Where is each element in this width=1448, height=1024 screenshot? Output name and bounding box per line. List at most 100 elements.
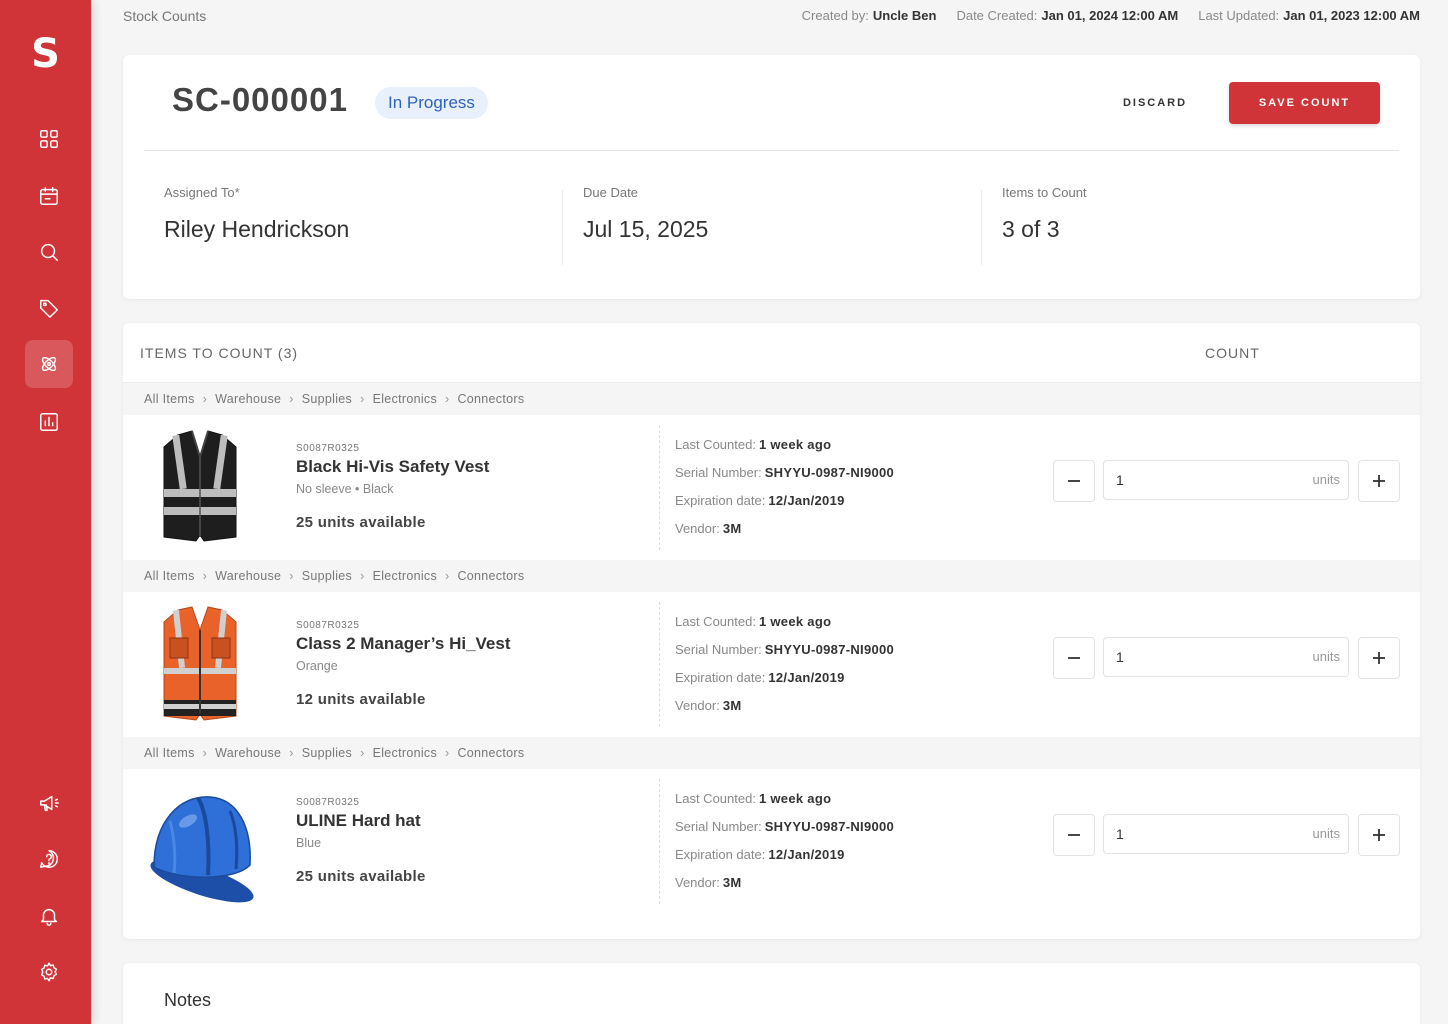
reports-nav-button[interactable] <box>25 398 73 446</box>
notifications-nav-button[interactable] <box>25 892 73 940</box>
decrement-button[interactable] <box>1053 637 1095 679</box>
sidebar: S <box>0 0 91 1024</box>
item-name[interactable]: Black Hi-Vis Safety Vest <box>296 457 489 477</box>
chevron-right-icon: › <box>289 569 294 583</box>
last-counted-label: Last Counted: <box>675 614 756 629</box>
items-section-title: ITEMS TO COUNT (3) <box>140 345 299 361</box>
item-name[interactable]: Class 2 Manager’s Hi_Vest <box>296 634 511 654</box>
path-segment[interactable]: Supplies <box>302 737 352 769</box>
header-divider <box>144 150 1399 151</box>
path-segment[interactable]: Warehouse <box>215 560 281 592</box>
quantity-input[interactable] <box>1116 815 1266 853</box>
expiration-date: Expiration date: 12/Jan/2019 <box>675 847 894 875</box>
path-segment[interactable]: Connectors <box>457 383 524 415</box>
last-counted: Last Counted: 1 week ago <box>675 437 894 465</box>
tags-icon <box>40 299 58 318</box>
expiration-date-label: Expiration date: <box>675 670 766 685</box>
increment-button[interactable] <box>1358 814 1400 856</box>
items-to-count-value: 3 of 3 <box>1002 216 1060 242</box>
path-segment[interactable]: Warehouse <box>215 737 281 769</box>
path-segment[interactable]: Supplies <box>302 383 352 415</box>
item-availability: 12 units available <box>296 691 426 708</box>
path-segment[interactable]: Electronics <box>373 383 437 415</box>
announcements-nav-button[interactable] <box>25 779 73 827</box>
notes-card: Notes <box>123 963 1420 1024</box>
assigned-to-value: Riley Hendrickson <box>164 216 350 242</box>
last-counted-label: Last Counted: <box>675 791 756 806</box>
tags-nav-button[interactable] <box>25 284 73 332</box>
items-to-count-label: Items to Count <box>1002 185 1087 200</box>
search-nav-button[interactable] <box>25 228 73 276</box>
help-icon <box>40 850 58 868</box>
path-segment[interactable]: Electronics <box>373 560 437 592</box>
items-table-header: ITEMS TO COUNT (3) COUNT <box>123 323 1420 383</box>
stock-count-nav-button[interactable] <box>25 340 73 388</box>
black-vest-image <box>163 430 237 542</box>
path-segment[interactable]: All Items <box>144 560 195 592</box>
last-counted-value: 1 week ago <box>758 614 832 629</box>
settings-nav-button[interactable] <box>25 948 73 996</box>
last-counted-label: Last Counted: <box>675 437 756 452</box>
field-divider <box>562 190 563 265</box>
plus-icon <box>1373 829 1385 841</box>
calendar-nav-button[interactable] <box>25 172 73 220</box>
decrement-button[interactable] <box>1053 460 1095 502</box>
decrement-button[interactable] <box>1053 814 1095 856</box>
item-variant: No sleeve • Black <box>296 482 394 496</box>
path-segment[interactable]: All Items <box>144 737 195 769</box>
path-segment[interactable]: Connectors <box>457 737 524 769</box>
plus-icon <box>1373 475 1385 487</box>
item-name[interactable]: ULINE Hard hat <box>296 811 426 831</box>
last-counted-value: 1 week ago <box>758 437 832 452</box>
minus-icon <box>1068 834 1080 836</box>
expiration-date-label: Expiration date: <box>675 493 766 508</box>
serial-number-label: Serial Number: <box>675 465 762 480</box>
quantity-input[interactable] <box>1116 461 1266 499</box>
discard-button[interactable]: DISCARD <box>1103 82 1207 124</box>
save-count-button[interactable]: SAVE COUNT <box>1229 82 1380 124</box>
quantity-stepper: units <box>1053 814 1400 856</box>
increment-button[interactable] <box>1358 637 1400 679</box>
quantity-stepper: units <box>1053 637 1400 679</box>
expiration-date-value: 12/Jan/2019 <box>768 670 845 685</box>
serial-number-value: SHYYU-0987-NI9000 <box>764 819 895 834</box>
minus-icon <box>1068 657 1080 659</box>
path-segment[interactable]: Connectors <box>457 560 524 592</box>
help-nav-button[interactable] <box>25 835 73 883</box>
quantity-input[interactable] <box>1116 638 1266 676</box>
serial-number-value: SHYYU-0987-NI9000 <box>764 642 895 657</box>
notes-title: Notes <box>164 990 212 1010</box>
last-updated-label: Last Updated: <box>1198 8 1280 23</box>
chevron-right-icon: › <box>360 569 365 583</box>
path-segment[interactable]: Electronics <box>373 737 437 769</box>
stock-count-id: SC-000001 <box>172 81 348 118</box>
item-variant: Orange <box>296 659 338 673</box>
quantity-stepper: units <box>1053 460 1400 502</box>
item-info: S0087R0325 Class 2 Manager’s Hi_Vest Ora… <box>296 620 511 708</box>
dashboard-nav-button[interactable] <box>25 115 73 163</box>
last-updated: Last Updated: Jan 01, 2023 12:00 AM <box>1198 8 1420 23</box>
item-location-path: All Items › Warehouse › Supplies › Electron… <box>123 383 1420 415</box>
vendor-value: 3M <box>722 698 742 713</box>
date-created-value: Jan 01, 2024 12:00 AM <box>1041 8 1179 23</box>
plus-icon <box>1373 652 1385 664</box>
app-logo[interactable]: S <box>0 30 91 78</box>
item-sku: S0087R0325 <box>296 620 360 631</box>
item-info: S0087R0325 ULINE Hard hat Blue 25 units … <box>296 797 426 885</box>
due-date-field[interactable]: Due Date Jul 15, 2025 <box>583 185 973 265</box>
item-availability: 25 units available <box>296 868 426 885</box>
assigned-to-field[interactable]: Assigned To* Riley Hendrickson <box>164 185 554 265</box>
breadcrumb[interactable]: Stock Counts <box>123 8 206 24</box>
megaphone-icon <box>40 795 59 812</box>
path-segment[interactable]: Supplies <box>302 560 352 592</box>
path-segment[interactable]: All Items <box>144 383 195 415</box>
path-segment[interactable]: Warehouse <box>215 383 281 415</box>
gear-icon <box>40 962 58 982</box>
field-divider <box>981 190 982 265</box>
item-availability: 25 units available <box>296 514 426 531</box>
increment-button[interactable] <box>1358 460 1400 502</box>
unit-label: units <box>1312 649 1340 664</box>
last-updated-value: Jan 01, 2023 12:00 AM <box>1283 8 1420 23</box>
last-counted: Last Counted: 1 week ago <box>675 791 894 819</box>
chevron-right-icon: › <box>360 392 365 406</box>
